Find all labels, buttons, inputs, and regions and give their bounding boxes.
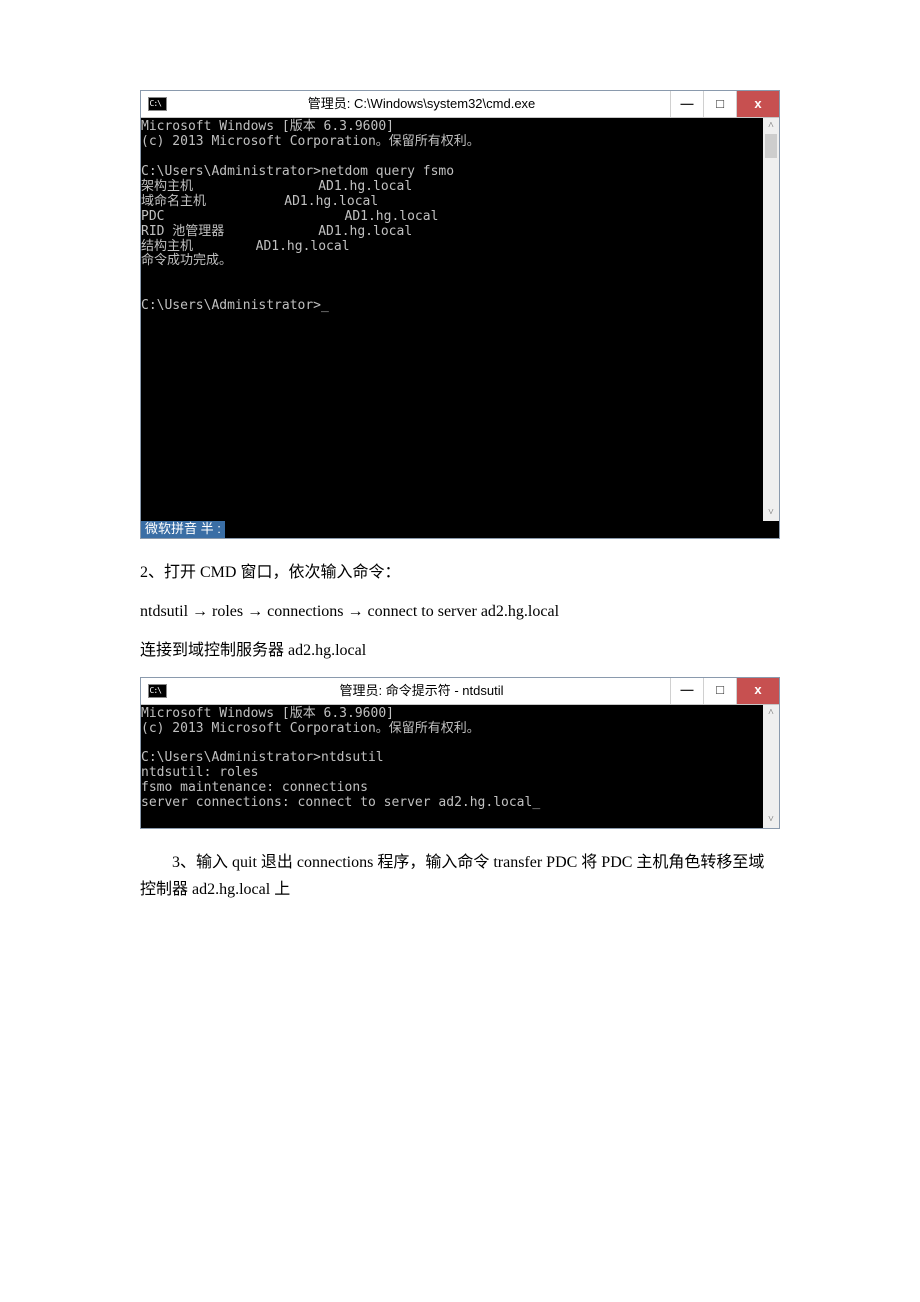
scroll-thumb[interactable] xyxy=(765,134,777,158)
instruction-step-2-note: 连接到域控制服务器 ad2.hg.local xyxy=(140,637,780,664)
scroll-down-icon[interactable]: ˅ xyxy=(763,812,779,828)
scrollbar[interactable]: ˄ ˅ xyxy=(763,118,779,521)
instruction-step-3: 3、输入 quit 退出 connections 程序，输入命令 transfe… xyxy=(140,849,780,903)
line: 域命名主机 AD1.hg.local xyxy=(141,194,378,209)
titlebar[interactable]: C:\ 管理员: 命令提示符 - ntdsutil — □ x xyxy=(141,678,779,705)
cmd-window-1: C:\ 管理员: C:\Windows\system32\cmd.exe — □… xyxy=(140,90,780,539)
line: 架构主机 AD1.hg.local xyxy=(141,179,412,194)
line: (c) 2013 Microsoft Corporation。保留所有权利。 xyxy=(141,134,480,149)
minimize-button[interactable]: — xyxy=(670,678,703,704)
line: Microsoft Windows [版本 6.3.9600] xyxy=(141,119,394,134)
scroll-up-icon[interactable]: ˄ xyxy=(763,705,779,721)
console-pane: Microsoft Windows [版本 6.3.9600] (c) 2013… xyxy=(141,705,779,829)
line: (c) 2013 Microsoft Corporation。保留所有权利。 xyxy=(141,721,480,736)
titlebar[interactable]: C:\ 管理员: C:\Windows\system32\cmd.exe — □… xyxy=(141,91,779,118)
window-title: 管理员: C:\Windows\system32\cmd.exe xyxy=(173,91,670,117)
line: C:\Users\Administrator>netdom query fsmo xyxy=(141,164,454,179)
close-button[interactable]: x xyxy=(736,678,779,704)
line: ntdsutil: roles xyxy=(141,765,258,780)
line: 命令成功完成。 xyxy=(141,253,232,268)
line: 结构主机 AD1.hg.local xyxy=(141,239,350,254)
console-output[interactable]: Microsoft Windows [版本 6.3.9600] (c) 2013… xyxy=(141,118,763,521)
scrollbar[interactable]: ˄ ˅ xyxy=(763,705,779,829)
window-controls: — □ x xyxy=(670,678,779,704)
line: C:\Users\Administrator>ntdsutil xyxy=(141,750,384,765)
scroll-track[interactable] xyxy=(763,134,779,505)
prompt-line[interactable]: server connections: connect to server ad… xyxy=(141,795,540,810)
line: Microsoft Windows [版本 6.3.9600] xyxy=(141,706,394,721)
minimize-button[interactable]: — xyxy=(670,91,703,117)
ime-status: 微软拼音 半 : xyxy=(141,521,225,538)
cmd-icon: C:\ xyxy=(141,91,173,117)
console-output[interactable]: Microsoft Windows [版本 6.3.9600] (c) 2013… xyxy=(141,705,763,829)
scroll-track[interactable] xyxy=(763,721,779,813)
scroll-up-icon[interactable]: ˄ xyxy=(763,118,779,134)
scroll-down-icon[interactable]: ˅ xyxy=(763,505,779,521)
instruction-step-2: 2、打开 CMD 窗口，依次输入命令： xyxy=(140,559,780,586)
window-controls: — □ x xyxy=(670,91,779,117)
line: fsmo maintenance: connections xyxy=(141,780,368,795)
prompt-line[interactable]: C:\Users\Administrator> xyxy=(141,298,329,313)
line: PDC AD1.hg.local xyxy=(141,209,438,224)
maximize-button[interactable]: □ xyxy=(703,91,736,117)
cmd-icon: C:\ xyxy=(141,678,173,704)
instruction-step-2-cmd: ntdsutil → roles → connections → connect… xyxy=(140,598,780,625)
window-title: 管理员: 命令提示符 - ntdsutil xyxy=(173,678,670,704)
line: RID 池管理器 AD1.hg.local xyxy=(141,224,412,239)
maximize-button[interactable]: □ xyxy=(703,678,736,704)
console-pane: Microsoft Windows [版本 6.3.9600] (c) 2013… xyxy=(141,118,779,538)
close-button[interactable]: x xyxy=(736,91,779,117)
cmd-window-2: C:\ 管理员: 命令提示符 - ntdsutil — □ x Microsof… xyxy=(140,677,780,830)
